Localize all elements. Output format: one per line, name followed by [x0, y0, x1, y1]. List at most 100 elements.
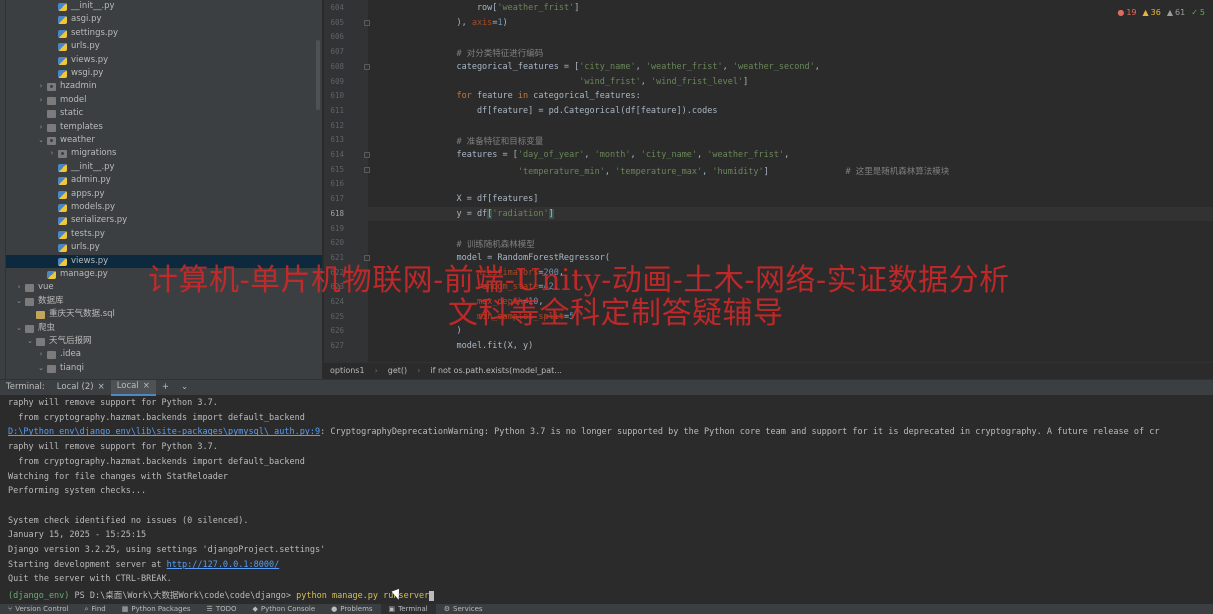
tree-item-label: urls.py — [71, 41, 100, 52]
code-line[interactable]: y = df['radiation'] — [436, 208, 554, 219]
tree-item[interactable]: › templates — [6, 121, 322, 134]
chevron-down-icon[interactable]: ⌄ — [15, 295, 23, 308]
code-line[interactable]: categorical_features = ['city_name', 'we… — [436, 62, 819, 72]
close-icon[interactable]: × — [143, 379, 150, 394]
tree-item-label: asgi.py — [71, 14, 102, 25]
tool-window-find[interactable]: ⌕ Find — [76, 604, 113, 614]
chevron-right-icon[interactable]: › — [37, 348, 45, 361]
code-line[interactable]: row['weather_frist'] — [436, 3, 579, 13]
tree-item[interactable]: urls.py — [6, 40, 322, 53]
chevron-right-icon[interactable]: › — [15, 281, 23, 294]
server-url-link[interactable]: http://127.0.0.1:8000/ — [167, 560, 280, 570]
tree-item[interactable]: ⌄ 爬虫 — [6, 322, 322, 335]
chevron-down-icon[interactable]: ⌄ — [37, 134, 45, 147]
tree-item[interactable]: manage.py — [6, 268, 322, 281]
fold-marker-icon[interactable] — [364, 63, 370, 70]
terminal-output[interactable]: raphy will remove support for Python 3.7… — [0, 396, 1213, 604]
code-line[interactable]: ) — [436, 326, 461, 336]
breadcrumb-item[interactable]: get() — [388, 363, 407, 378]
code-line[interactable]: features = ['day_of_year', 'month', 'cit… — [436, 150, 789, 160]
tree-item[interactable]: models.py — [6, 201, 322, 214]
code-editor[interactable]: 604 605 606 607 608 609 610 611 612 613 614 615 616 6… — [324, 0, 1213, 362]
fold-marker-icon[interactable] — [364, 19, 370, 26]
tree-item[interactable]: views.py — [6, 54, 322, 67]
tree-item[interactable]: ⌄ 数据库 — [6, 295, 322, 308]
folder-icon — [47, 137, 56, 145]
project-tree-scrollbar[interactable] — [316, 40, 320, 110]
code-line[interactable]: n_estimators=200, — [436, 268, 564, 278]
terminal-tab-local-2[interactable]: Local (2) × — [51, 380, 111, 396]
code-line[interactable]: random_state=42, — [436, 282, 559, 292]
code-line[interactable]: min_samples_split=5 — [436, 312, 574, 322]
code-line[interactable]: # 对分类特征进行编码 — [436, 47, 543, 59]
chevron-down-icon[interactable]: ⌄ — [15, 322, 23, 335]
tree-item[interactable]: › vue — [6, 281, 322, 294]
code-line[interactable]: model.fit(X, y) — [436, 341, 533, 351]
code-line[interactable]: X = df[features] — [436, 194, 538, 204]
new-terminal-button[interactable]: + — [156, 380, 175, 396]
tool-window-terminal[interactable]: ▣ Terminal — [380, 604, 436, 614]
tree-item[interactable]: urls.py — [6, 241, 322, 254]
inspection-widget[interactable]: ● 19 ▲ 36 ▲ 61 ✓ 5 — [1117, 8, 1205, 17]
tree-item[interactable]: 重庆天气数据.sql — [6, 308, 322, 321]
code-line[interactable]: for feature in categorical_features: — [436, 91, 640, 101]
chevron-right-icon[interactable]: › — [37, 94, 45, 107]
tree-item-label: weather — [60, 135, 95, 145]
close-icon[interactable]: × — [98, 380, 105, 395]
chevron-down-icon[interactable]: ⌄ — [37, 362, 45, 375]
tool-window-problems[interactable]: ● Problems — [323, 604, 380, 614]
terminal-file-link[interactable]: D:\Python_env\django_env\lib\site-packag… — [8, 427, 320, 437]
inspection-errors[interactable]: ● 19 — [1117, 8, 1136, 17]
tool-window-python-console[interactable]: ◆ Python Console — [245, 604, 324, 614]
tree-item[interactable]: static — [6, 107, 322, 120]
inspection-typos[interactable]: ✓ 5 — [1191, 8, 1205, 17]
tree-item[interactable]: admin.py — [6, 174, 322, 187]
chevron-right-icon[interactable]: › — [37, 121, 45, 134]
tree-item[interactable]: __init__.py — [6, 161, 322, 174]
weak-warning-icon: ▲ — [1166, 8, 1174, 17]
fold-marker-icon[interactable] — [364, 152, 370, 158]
tool-window-version-control[interactable]: ⑂ Version Control — [0, 604, 76, 614]
terminal-tab-local[interactable]: Local × — [110, 379, 156, 396]
tree-item[interactable]: apps.py — [6, 188, 322, 201]
tree-item[interactable]: tests.py — [6, 228, 322, 241]
tree-item[interactable]: › .idea — [6, 348, 322, 361]
tree-item[interactable]: wsgi.py — [6, 67, 322, 80]
terminal-command[interactable]: python manage.py runserver — [296, 591, 429, 601]
code-line[interactable]: 'temperature_min', 'temperature_max', 'h… — [436, 165, 949, 177]
breadcrumb-item[interactable]: options1 — [330, 363, 365, 378]
project-tree[interactable]: __init__.py asgi.py settings.py urls.py view… — [6, 0, 322, 380]
fold-marker-icon[interactable] — [364, 166, 370, 173]
tree-item[interactable]: ⌄ tianqi — [6, 362, 322, 375]
code-line[interactable]: 'wind_frist', 'wind_frist_level'] — [436, 77, 748, 87]
code-line[interactable]: model = RandomForestRegressor( — [436, 253, 610, 263]
terminal-menu-chevron-icon[interactable]: ⌄ — [175, 380, 194, 396]
chevron-down-icon[interactable]: ⌄ — [26, 335, 34, 348]
tool-window-todo[interactable]: ☰ TODO — [199, 604, 245, 614]
branch-icon: ⑂ — [8, 605, 13, 613]
tree-item[interactable]: › migrations — [6, 147, 322, 160]
code-line[interactable]: # 准备特征和目标变量 — [436, 135, 543, 147]
chevron-right-icon[interactable]: › — [48, 147, 56, 160]
code-line[interactable]: # 训练随机森林模型 — [436, 238, 534, 250]
tree-item[interactable]: › hzadmin — [6, 80, 322, 93]
breadcrumb-item[interactable]: if not os.path.exists(model_pat... — [430, 363, 562, 378]
tree-item[interactable]: › model — [6, 94, 322, 107]
tree-item[interactable]: __init__.py — [6, 0, 322, 13]
tree-item[interactable]: serializers.py — [6, 214, 322, 227]
tree-item[interactable]: settings.py — [6, 27, 322, 40]
tree-item[interactable]: ⌄ 天气后报网 — [6, 335, 322, 348]
tool-window-python-packages[interactable]: ▦ Python Packages — [114, 604, 199, 614]
tree-item[interactable]: asgi.py — [6, 13, 322, 26]
tree-item[interactable]: ⌄ weather — [6, 134, 322, 147]
code-line[interactable]: df[feature] = pd.Categorical(df[feature]… — [436, 106, 718, 116]
inspection-weak-warnings[interactable]: ▲ 61 — [1167, 8, 1185, 17]
tree-item[interactable]: views.py — [6, 254, 322, 268]
chevron-right-icon[interactable]: › — [37, 80, 45, 93]
inspection-warnings[interactable]: ▲ 36 — [1143, 8, 1161, 17]
code-line[interactable]: ), axis=1) — [436, 18, 507, 28]
tool-window-services[interactable]: ⚙ Services — [436, 604, 491, 614]
fold-marker-icon[interactable] — [364, 254, 370, 261]
python-file-icon — [58, 244, 67, 253]
code-line[interactable]: max_depth=10, — [436, 297, 544, 307]
